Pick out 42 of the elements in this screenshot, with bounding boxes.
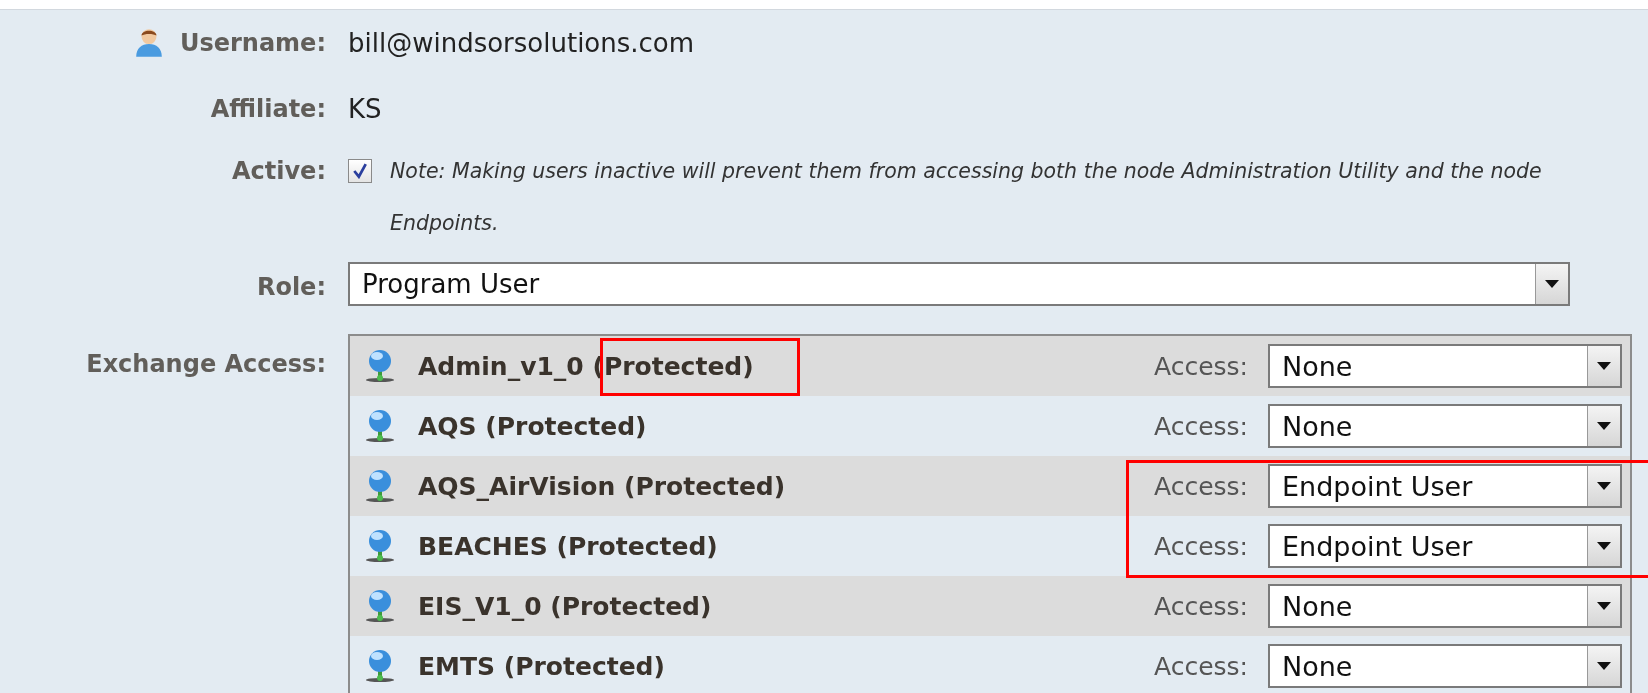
globe-icon: [364, 588, 396, 624]
exchange-name: AQS (Protected): [418, 411, 647, 441]
access-select[interactable]: None: [1268, 404, 1622, 448]
access-label: Access:: [1154, 591, 1248, 621]
access-label: Access:: [1154, 471, 1248, 501]
field-label: Active:: [231, 156, 326, 187]
field-label: Affiliate:: [210, 95, 326, 123]
field-label: Exchange Access:: [86, 349, 326, 380]
access-label: Access:: [1154, 351, 1248, 381]
field-label: Username:: [179, 29, 326, 57]
globe-icon: [364, 348, 396, 384]
globe-icon: [364, 528, 396, 564]
field-label: Role:: [256, 272, 326, 303]
affiliate-value: KS: [348, 94, 382, 124]
caret-icon: [1545, 280, 1559, 288]
access-select[interactable]: None: [1268, 644, 1622, 688]
username-value: bill@windsorsolutions.com: [348, 28, 695, 58]
access-select[interactable]: Endpoint User: [1268, 464, 1622, 508]
globe-icon: [364, 408, 396, 444]
caret-icon: [1597, 482, 1611, 490]
exchange-name: BEACHES (Protected): [418, 531, 718, 561]
exchange-name: AQS_AirVision (Protected): [418, 471, 786, 501]
access-select[interactable]: None: [1268, 584, 1622, 628]
globe-icon: [364, 468, 396, 504]
access-label: Access:: [1154, 651, 1248, 681]
note-text: Note: Making users inactive will prevent them from accessing both the node Administration Utility and the node Endpoints.: [390, 158, 1543, 237]
caret-icon: [1597, 662, 1611, 670]
exchange-name: EIS_V1_0 (Protected): [418, 591, 712, 621]
access-label: Access:: [1154, 411, 1248, 441]
caret-icon: [1597, 422, 1611, 430]
caret-icon: [1597, 602, 1611, 610]
user-icon: [133, 27, 164, 59]
caret-icon: [1597, 362, 1611, 370]
role-select[interactable]: Program User: [348, 262, 1570, 306]
active-checkbox[interactable]: [348, 159, 372, 183]
checkmark-icon: [352, 163, 368, 179]
globe-icon: [364, 648, 396, 684]
access-label: Access:: [1154, 531, 1248, 561]
access-select[interactable]: None: [1268, 344, 1622, 388]
exchange-name: EMTS (Protected): [418, 651, 665, 681]
access-select[interactable]: Endpoint User: [1268, 524, 1622, 568]
caret-icon: [1597, 542, 1611, 550]
